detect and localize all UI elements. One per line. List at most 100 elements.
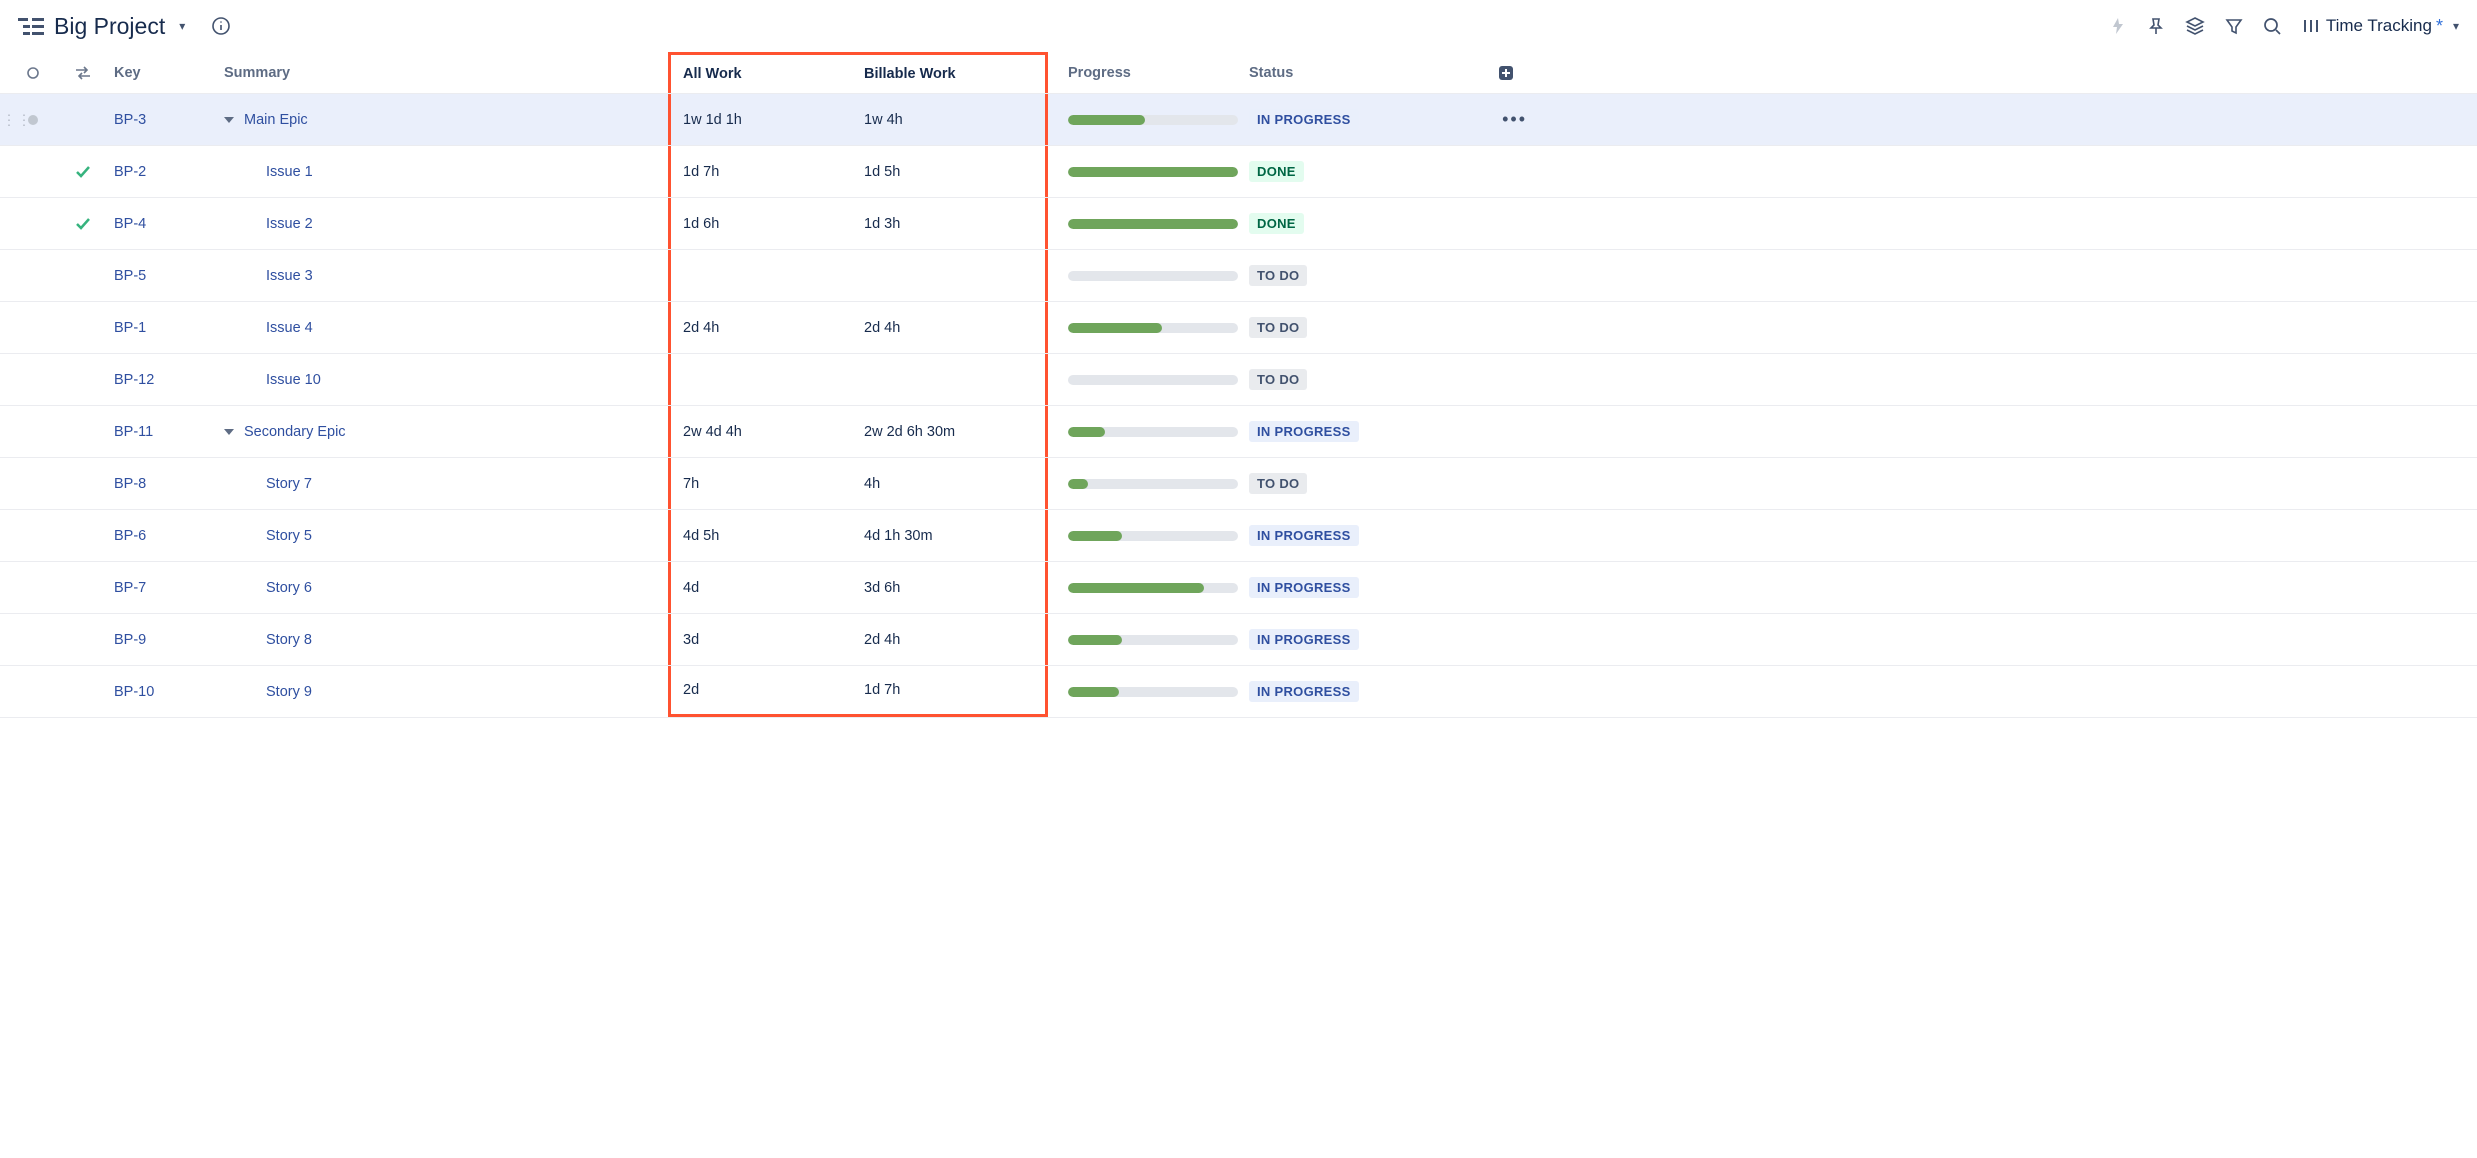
status-cell[interactable]: TO DO: [1243, 369, 1473, 390]
status-badge[interactable]: TO DO: [1249, 317, 1307, 338]
filter-icon[interactable]: [2225, 17, 2243, 35]
status-cell[interactable]: TO DO: [1243, 473, 1473, 494]
issue-key[interactable]: BP-7: [108, 580, 218, 596]
issue-key[interactable]: BP-12: [108, 372, 218, 388]
summary-link[interactable]: Story 6: [266, 580, 312, 596]
issue-summary[interactable]: Issue 4: [218, 320, 668, 336]
status-badge[interactable]: IN PROGRESS: [1249, 525, 1359, 546]
summary-link[interactable]: Secondary Epic: [244, 424, 346, 440]
billable-work-value: 4h: [858, 458, 1048, 509]
status-badge[interactable]: IN PROGRESS: [1249, 421, 1359, 442]
row-actions-button[interactable]: •••: [1473, 109, 1533, 130]
summary-link[interactable]: Story 7: [266, 476, 312, 492]
issue-summary[interactable]: Story 5: [218, 528, 668, 544]
issue-key[interactable]: BP-2: [108, 164, 218, 180]
view-selector[interactable]: Time Tracking* ▾: [2302, 16, 2459, 37]
summary-link[interactable]: Story 8: [266, 632, 312, 648]
table-row[interactable]: ⋮⋮BP-4Issue 21d 6h1d 3hDONE•••: [0, 198, 2477, 250]
issue-summary[interactable]: Story 9: [218, 684, 668, 700]
project-title[interactable]: Big Project: [54, 13, 165, 40]
status-cell[interactable]: TO DO: [1243, 265, 1473, 286]
table-row[interactable]: ⋮⋮BP-5Issue 3TO DO•••: [0, 250, 2477, 302]
progress-fill: [1068, 687, 1119, 697]
status-cell[interactable]: IN PROGRESS: [1243, 421, 1473, 442]
summary-link[interactable]: Issue 10: [266, 372, 321, 388]
status-badge[interactable]: TO DO: [1249, 369, 1307, 390]
issue-key[interactable]: BP-6: [108, 528, 218, 544]
table-row[interactable]: ⋮⋮BP-9Story 83d2d 4hIN PROGRESS•••: [0, 614, 2477, 666]
summary-link[interactable]: Story 5: [266, 528, 312, 544]
table-row[interactable]: ⋮⋮BP-8Story 77h4hTO DO•••: [0, 458, 2477, 510]
status-cell[interactable]: TO DO: [1243, 317, 1473, 338]
summary-link[interactable]: Issue 4: [266, 320, 313, 336]
progress-cell: [1048, 167, 1243, 177]
status-cell[interactable]: DONE: [1243, 161, 1473, 182]
pin-icon[interactable]: [2147, 17, 2165, 35]
table-row[interactable]: ⋮⋮BP-1Issue 42d 4h2d 4hTO DO•••: [0, 302, 2477, 354]
add-column-button[interactable]: [1473, 64, 1533, 82]
column-status[interactable]: Status: [1243, 65, 1473, 81]
automation-icon[interactable]: [2109, 17, 2127, 35]
summary-link[interactable]: Issue 3: [266, 268, 313, 284]
issue-key[interactable]: BP-11: [108, 424, 218, 440]
progress-fill: [1068, 531, 1122, 541]
column-key[interactable]: Key: [108, 65, 218, 81]
issue-key[interactable]: BP-4: [108, 216, 218, 232]
column-progress[interactable]: Progress: [1048, 65, 1243, 81]
issue-key[interactable]: BP-10: [108, 684, 218, 700]
status-badge[interactable]: TO DO: [1249, 265, 1307, 286]
issue-key[interactable]: BP-3: [108, 112, 218, 128]
issue-summary[interactable]: Secondary Epic: [218, 424, 668, 440]
table-row[interactable]: ⋮⋮BP-10Story 92d1d 7hIN PROGRESS•••: [0, 666, 2477, 718]
expand-caret-icon[interactable]: [224, 117, 234, 123]
table-row[interactable]: ⋮⋮BP-7Story 64d3d 6hIN PROGRESS•••: [0, 562, 2477, 614]
summary-link[interactable]: Issue 2: [266, 216, 313, 232]
column-all-work[interactable]: All Work: [668, 52, 858, 93]
issue-summary[interactable]: Issue 10: [218, 372, 668, 388]
summary-link[interactable]: Issue 1: [266, 164, 313, 180]
status-cell[interactable]: IN PROGRESS: [1243, 629, 1473, 650]
status-badge[interactable]: DONE: [1249, 161, 1304, 182]
issue-key[interactable]: BP-5: [108, 268, 218, 284]
issue-summary[interactable]: Main Epic: [218, 112, 668, 128]
table-row[interactable]: ⋮⋮BP-12Issue 10TO DO•••: [0, 354, 2477, 406]
status-badge[interactable]: IN PROGRESS: [1249, 681, 1359, 702]
table-row[interactable]: ⋮⋮BP-2Issue 11d 7h1d 5hDONE•••: [0, 146, 2477, 198]
info-icon[interactable]: [211, 16, 231, 36]
status-badge[interactable]: IN PROGRESS: [1249, 629, 1359, 650]
table-row[interactable]: ⋮⋮BP-11Secondary Epic2w 4d 4h2w 2d 6h 30…: [0, 406, 2477, 458]
billable-work-value: 2d 4h: [858, 302, 1048, 353]
column-billable-work[interactable]: Billable Work: [858, 52, 1048, 93]
issue-summary[interactable]: Issue 1: [218, 164, 668, 180]
issue-summary[interactable]: Issue 3: [218, 268, 668, 284]
summary-link[interactable]: Main Epic: [244, 112, 308, 128]
issue-key[interactable]: BP-8: [108, 476, 218, 492]
search-icon[interactable]: [2263, 17, 2282, 36]
chevron-down-icon[interactable]: ▾: [179, 19, 185, 33]
status-badge[interactable]: DONE: [1249, 213, 1304, 234]
layers-icon[interactable]: [2185, 16, 2205, 36]
column-selection[interactable]: [8, 66, 58, 80]
issue-summary[interactable]: Issue 2: [218, 216, 668, 232]
status-cell[interactable]: IN PROGRESS: [1243, 681, 1473, 702]
status-badge[interactable]: TO DO: [1249, 473, 1307, 494]
column-summary[interactable]: Summary: [218, 65, 668, 81]
issue-summary[interactable]: Story 7: [218, 476, 668, 492]
status-badge[interactable]: IN PROGRESS: [1249, 109, 1359, 130]
status-badge[interactable]: IN PROGRESS: [1249, 577, 1359, 598]
summary-link[interactable]: Story 9: [266, 684, 312, 700]
status-cell[interactable]: DONE: [1243, 213, 1473, 234]
column-sync[interactable]: [58, 66, 108, 80]
status-cell[interactable]: IN PROGRESS: [1243, 109, 1473, 130]
table-row[interactable]: ⋮⋮BP-6Story 54d 5h4d 1h 30mIN PROGRESS••…: [0, 510, 2477, 562]
progress-cell: [1048, 115, 1243, 125]
expand-caret-icon[interactable]: [224, 429, 234, 435]
issue-summary[interactable]: Story 6: [218, 580, 668, 596]
issue-key[interactable]: BP-9: [108, 632, 218, 648]
status-cell[interactable]: IN PROGRESS: [1243, 577, 1473, 598]
issue-summary[interactable]: Story 8: [218, 632, 668, 648]
drag-handle-icon[interactable]: ⋮⋮: [2, 111, 32, 128]
table-row[interactable]: ⋮⋮BP-3Main Epic1w 1d 1h1w 4hIN PROGRESS•…: [0, 94, 2477, 146]
status-cell[interactable]: IN PROGRESS: [1243, 525, 1473, 546]
issue-key[interactable]: BP-1: [108, 320, 218, 336]
